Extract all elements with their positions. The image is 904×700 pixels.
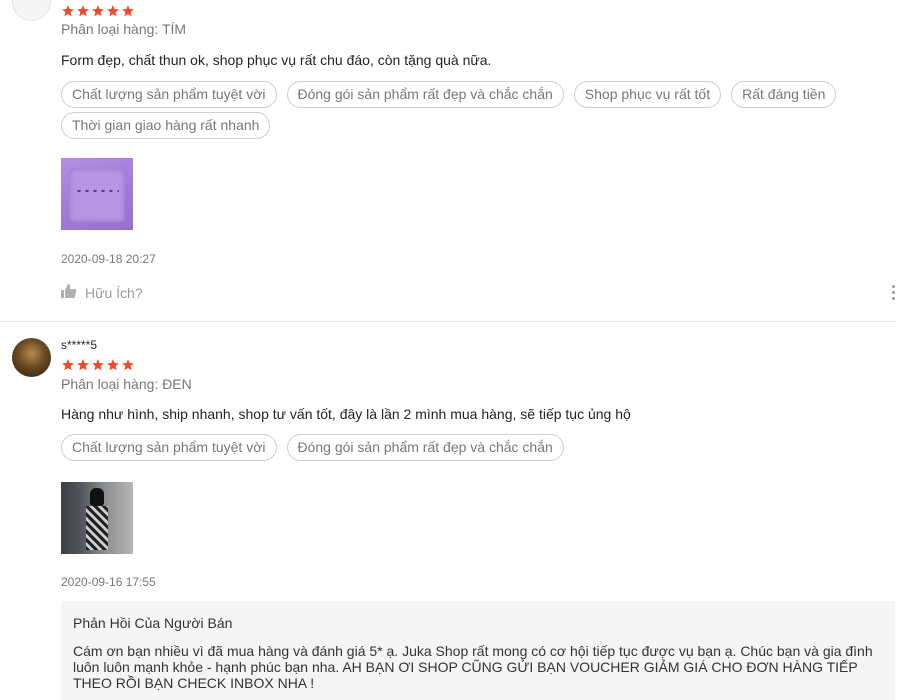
star-icon [121,358,135,372]
thumbs-up-icon [61,284,77,301]
star-rating [61,358,135,372]
review-tag[interactable]: Thời gian giao hàng rất nhanh [61,112,271,139]
review-tag[interactable]: Rất đáng tiền [731,81,837,108]
review-timestamp: 2020-09-16 17:55 [61,575,156,589]
review-item: Phân loại hàng: TÍM Form đẹp, chất thun … [0,0,897,322]
seller-reply: Phản Hồi Của Người Bán Cám ơn bạn nhiều … [61,601,895,700]
star-icon [76,358,90,372]
seller-reply-text: Cám ơn bạn nhiều vì đã mua hàng và đánh … [73,643,873,691]
more-vertical-icon[interactable] [888,285,898,303]
review-item: s*****5 Phân loại hàng: ĐEN Hàng như hìn… [0,322,897,700]
review-timestamp: 2020-09-18 20:27 [61,252,156,266]
review-photo[interactable] [61,158,133,230]
seller-reply-title: Phản Hồi Của Người Bán [73,615,233,631]
review-tag[interactable]: Chất lượng sản phẩm tuyệt vời [61,434,277,461]
review-tag[interactable]: Đóng gói sản phẩm rất đẹp và chắc chắn [286,81,564,108]
helpful-label: Hữu Ích? [85,284,143,301]
avatar[interactable] [12,0,51,21]
review-comment: Form đẹp, chất thun ok, shop phục vụ rất… [61,52,492,68]
review-tag[interactable]: Đóng gói sản phẩm rất đẹp và chắc chắn [286,434,564,461]
helpful-button[interactable]: Hữu Ích? [61,284,143,301]
avatar[interactable] [12,338,51,377]
star-icon [61,358,75,372]
star-icon [121,4,135,18]
review-tag[interactable]: Shop phục vụ rất tốt [573,81,722,108]
star-icon [61,4,75,18]
star-icon [76,4,90,18]
star-icon [106,358,120,372]
review-username: s*****5 [61,338,98,352]
review-tags: Chất lượng sản phẩm tuyệt vời Đóng gói s… [61,81,881,139]
star-icon [91,358,105,372]
review-tag[interactable]: Chất lượng sản phẩm tuyệt vời [61,81,277,108]
product-variation: Phân loại hàng: TÍM [61,21,187,37]
review-tags: Chất lượng sản phẩm tuyệt vời Đóng gói s… [61,434,881,461]
review-comment: Hàng như hình, ship nhanh, shop tư vấn t… [61,406,631,422]
star-rating [61,4,135,18]
product-variation: Phân loại hàng: ĐEN [61,376,192,392]
review-photo[interactable] [61,482,133,554]
star-icon [91,4,105,18]
star-icon [106,4,120,18]
